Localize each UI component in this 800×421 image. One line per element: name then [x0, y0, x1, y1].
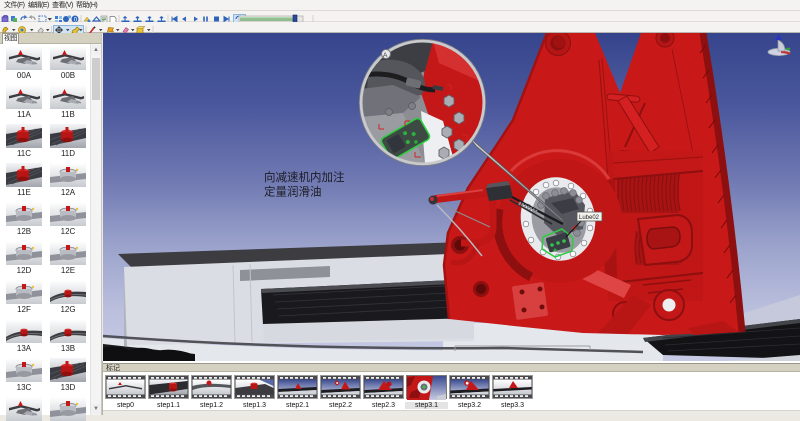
svg-text:定量润滑油: 定量润滑油: [264, 185, 322, 199]
svg-text:Lube02: Lube02: [579, 215, 600, 221]
svg-text:A: A: [383, 52, 388, 59]
svg-text:向减速机内加注: 向减速机内加注: [264, 170, 345, 184]
